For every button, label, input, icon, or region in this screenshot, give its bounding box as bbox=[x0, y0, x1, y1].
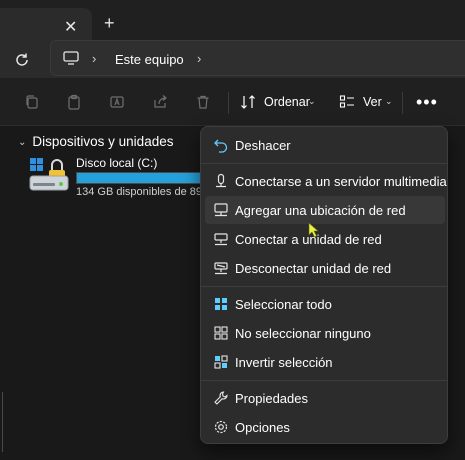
view-icon bbox=[339, 95, 354, 108]
view-button[interactable]: Ver ⌄ bbox=[339, 94, 395, 112]
menu-item-label: Agregar una ubicación de red bbox=[235, 203, 406, 218]
menu-item-undo[interactable]: Deshacer bbox=[205, 131, 445, 159]
local-disk-icon bbox=[29, 158, 69, 191]
undo-icon bbox=[214, 139, 228, 153]
refresh-icon[interactable] bbox=[14, 52, 30, 68]
menu-item-label: Desconectar unidad de red bbox=[235, 261, 392, 276]
rename-icon[interactable] bbox=[109, 94, 125, 110]
drive-name: Disco local (C:) bbox=[76, 156, 158, 170]
chevron-down-icon: ⌄ bbox=[308, 96, 316, 106]
drive-item-c[interactable]: Disco local (C:) 134 GB disponibles de 8… bbox=[28, 156, 236, 200]
add-network-location-icon bbox=[214, 203, 228, 217]
group-header[interactable]: ⌄ Dispositivos y unidades bbox=[18, 134, 173, 149]
menu-separator bbox=[201, 286, 447, 287]
menu-item-label: Conectarse a un servidor multimedia bbox=[235, 174, 447, 189]
select-all-icon bbox=[215, 298, 227, 310]
options-icon bbox=[214, 420, 228, 434]
menu-separator bbox=[201, 380, 447, 381]
chevron-down-icon[interactable]: ⌄ bbox=[18, 137, 26, 148]
group-title: Dispositivos y unidades bbox=[32, 134, 174, 149]
menu-item-invert-selection[interactable]: Invertir selección bbox=[205, 348, 445, 376]
media-server-icon bbox=[216, 173, 226, 188]
this-pc-icon bbox=[63, 51, 79, 65]
menu-item-select-all[interactable]: Seleccionar todo bbox=[205, 290, 445, 318]
map-network-drive-icon bbox=[214, 233, 228, 246]
close-tab-icon[interactable]: ✕ bbox=[64, 20, 77, 36]
sort-icon bbox=[241, 95, 255, 109]
disconnect-network-drive-icon bbox=[214, 262, 228, 275]
menu-item-label: No seleccionar ninguno bbox=[235, 326, 371, 341]
menu-item-label: Seleccionar todo bbox=[235, 297, 332, 312]
command-separator bbox=[228, 92, 229, 114]
address-bar[interactable]: › Este equipo › bbox=[50, 40, 465, 76]
menu-item-label: Propiedades bbox=[235, 391, 308, 406]
delete-icon[interactable] bbox=[195, 94, 211, 110]
share-icon[interactable] bbox=[152, 94, 168, 110]
menu-item-add-network-location[interactable]: Agregar una ubicación de red bbox=[205, 196, 445, 224]
drive-free-space: 134 GB disponibles de 893 bbox=[76, 186, 209, 198]
menu-item-label: Invertir selección bbox=[235, 355, 333, 370]
more-options-button[interactable]: ••• bbox=[416, 92, 438, 113]
menu-item-select-none[interactable]: No seleccionar ninguno bbox=[205, 319, 445, 347]
invert-selection-icon bbox=[214, 355, 228, 369]
breadcrumb-chevron-icon[interactable]: › bbox=[92, 51, 96, 66]
pane-divider bbox=[2, 392, 3, 452]
command-bar: Ordenar ⌄ Ver ⌄ ••• bbox=[0, 78, 465, 126]
menu-item-map-network-drive[interactable]: Conectar a unidad de red bbox=[205, 225, 445, 253]
menu-item-label: Opciones bbox=[235, 420, 290, 435]
menu-item-media-server[interactable]: Conectarse a un servidor multimedia bbox=[205, 167, 447, 195]
paste-icon[interactable] bbox=[66, 94, 82, 110]
breadcrumb-this-pc[interactable]: Este equipo bbox=[115, 52, 184, 67]
menu-item-label: Deshacer bbox=[235, 138, 291, 153]
sort-button[interactable]: Ordenar ⌄ bbox=[240, 94, 320, 112]
drive-usage-fill bbox=[77, 173, 212, 183]
menu-item-options[interactable]: Opciones bbox=[205, 413, 445, 441]
view-label: Ver bbox=[363, 95, 382, 109]
menu-item-disconnect-network-drive[interactable]: Desconectar unidad de red bbox=[205, 254, 445, 282]
properties-icon bbox=[214, 391, 228, 405]
menu-item-properties[interactable]: Propiedades bbox=[205, 384, 445, 412]
copy-icon[interactable] bbox=[24, 94, 40, 110]
more-options-menu: Deshacer Conectarse a un servidor multim… bbox=[200, 126, 448, 444]
select-none-icon bbox=[214, 326, 228, 340]
command-separator bbox=[402, 92, 403, 114]
mouse-cursor-icon bbox=[308, 222, 319, 238]
chevron-down-icon: ⌄ bbox=[385, 96, 393, 106]
breadcrumb-chevron-icon[interactable]: › bbox=[197, 51, 201, 66]
sort-label: Ordenar bbox=[264, 95, 310, 109]
menu-separator bbox=[201, 163, 447, 164]
new-tab-button[interactable]: + bbox=[104, 14, 115, 32]
